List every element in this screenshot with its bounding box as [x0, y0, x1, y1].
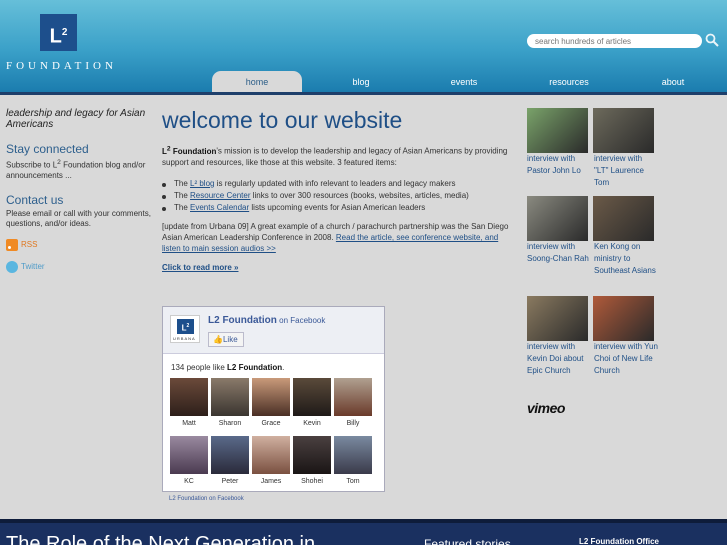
fb-fan-name: Shohei [301, 478, 323, 485]
fb-fan-avatar[interactable] [252, 378, 290, 416]
nav-events[interactable]: events [419, 71, 509, 94]
stay-connected-text: Subscribe to L2 Foundation blog and/or a… [6, 159, 146, 180]
list-item: The L² blog is regularly updated with in… [162, 178, 514, 190]
video-thumbnail[interactable] [527, 108, 588, 153]
search-input[interactable] [527, 34, 702, 48]
nav-resources[interactable]: resources [524, 71, 614, 94]
fb-fan-name: Tom [346, 478, 360, 485]
rss-link[interactable]: RSS [6, 238, 154, 251]
video-caption[interactable]: interview with Kevin Doi about Epic Chur… [527, 341, 591, 377]
contact-heading[interactable]: Contact us [6, 193, 154, 207]
featured-stories-heading: Featured stories [424, 537, 511, 545]
featured-items-list: The L² blog is regularly updated with in… [162, 178, 514, 214]
fb-fan-name: Matt [182, 420, 196, 427]
video-caption[interactable]: Ken Kong on ministry to Southeast Asians [594, 241, 658, 277]
thumbs-up-icon: 👍 [213, 335, 223, 344]
video-caption[interactable]: interview with Soong-Chan Rah [527, 241, 591, 265]
resource-center-link[interactable]: Resource Center [190, 191, 250, 200]
fb-fan-avatar[interactable] [170, 436, 208, 474]
fb-fan-avatar[interactable] [334, 378, 372, 416]
page-title: welcome to our website [162, 107, 403, 133]
video-caption[interactable]: interview with "LT" Laurence Tom [594, 153, 658, 189]
fb-fan-avatar[interactable] [293, 378, 331, 416]
read-more-link[interactable]: Click to read more » [162, 263, 514, 272]
video-thumbnail[interactable] [527, 296, 588, 341]
video-thumbnail[interactable] [527, 196, 588, 241]
events-calendar-link[interactable]: Events Calendar [190, 203, 249, 212]
mission-intro: L2 Foundation's mission is to develop th… [162, 145, 508, 167]
fb-fan-name: KC [184, 478, 194, 485]
facebook-widget-header: L2 URBANA L2 Foundation on Facebook 👍Lik… [163, 307, 384, 354]
rss-icon [6, 238, 18, 251]
nav-home[interactable]: home [212, 71, 302, 94]
fb-fan-avatar[interactable] [211, 378, 249, 416]
nav-blog[interactable]: blog [316, 71, 406, 94]
site-tagline: leadership and legacy for Asian American… [6, 108, 146, 130]
l2-logo[interactable]: L2 [40, 14, 77, 51]
fb-fan-avatar[interactable] [211, 436, 249, 474]
fb-page-name[interactable]: L2 Foundation on Facebook [208, 315, 325, 326]
video-caption[interactable]: interview with Pastor John Lo [527, 153, 591, 177]
fb-fan-avatar[interactable] [334, 436, 372, 474]
fb-like-button[interactable]: 👍Like [208, 332, 244, 347]
video-caption[interactable]: interview with Yun Choi of New Life Chur… [594, 341, 658, 377]
main-content: welcome to our website L2 Foundation's m… [162, 108, 514, 272]
blog-link[interactable]: L² blog [190, 179, 214, 188]
fb-fan-avatar[interactable] [252, 436, 290, 474]
fb-fan-name: Billy [346, 420, 360, 427]
fb-like-count: 134 people like L2 Foundation. [171, 363, 285, 372]
search-button[interactable] [704, 33, 720, 49]
list-item: The Resource Center links to over 300 re… [162, 190, 514, 202]
featured-headline[interactable]: The Role of the Next Generation in [6, 533, 315, 545]
twitter-link[interactable]: Twitter [6, 260, 154, 273]
stay-connected-heading[interactable]: Stay connected [6, 143, 154, 156]
nav-about[interactable]: about [628, 71, 718, 94]
video-thumbnail[interactable] [593, 196, 654, 241]
contact-text: Please email or call with your comments,… [6, 208, 151, 228]
office-heading: L2 Foundation Office [579, 537, 659, 545]
fb-fan-name: Grace [261, 420, 281, 427]
video-thumbnail[interactable] [593, 296, 654, 341]
fb-fan-avatar[interactable] [170, 378, 208, 416]
main-nav: home blog events resources about [0, 70, 727, 94]
facebook-widget: L2 URBANA L2 Foundation on Facebook 👍Lik… [162, 306, 385, 492]
fb-fan-name: Sharon [218, 420, 242, 427]
fb-fan-name: Kevin [303, 420, 321, 427]
urbana-update: [update from Urbana 09] A great example … [162, 221, 509, 253]
fb-fan-name: Peter [221, 478, 239, 485]
search-icon [705, 33, 719, 47]
left-sidebar: leadership and legacy for Asian American… [6, 108, 154, 273]
nav-underline [0, 92, 727, 95]
fb-fan-avatar[interactable] [293, 436, 331, 474]
vimeo-logo[interactable]: vimeo [527, 400, 565, 416]
fb-fan-name: James [260, 478, 282, 485]
bottom-banner: The Role of the Next Generation in Featu… [0, 519, 727, 545]
video-thumbnail[interactable] [593, 108, 654, 153]
list-item: The Events Calendar lists upcoming event… [162, 202, 514, 214]
fb-page-logo[interactable]: L2 URBANA [170, 315, 200, 343]
twitter-icon [6, 260, 18, 273]
fb-footer-link[interactable]: L2 Foundation on Facebook [169, 496, 244, 502]
